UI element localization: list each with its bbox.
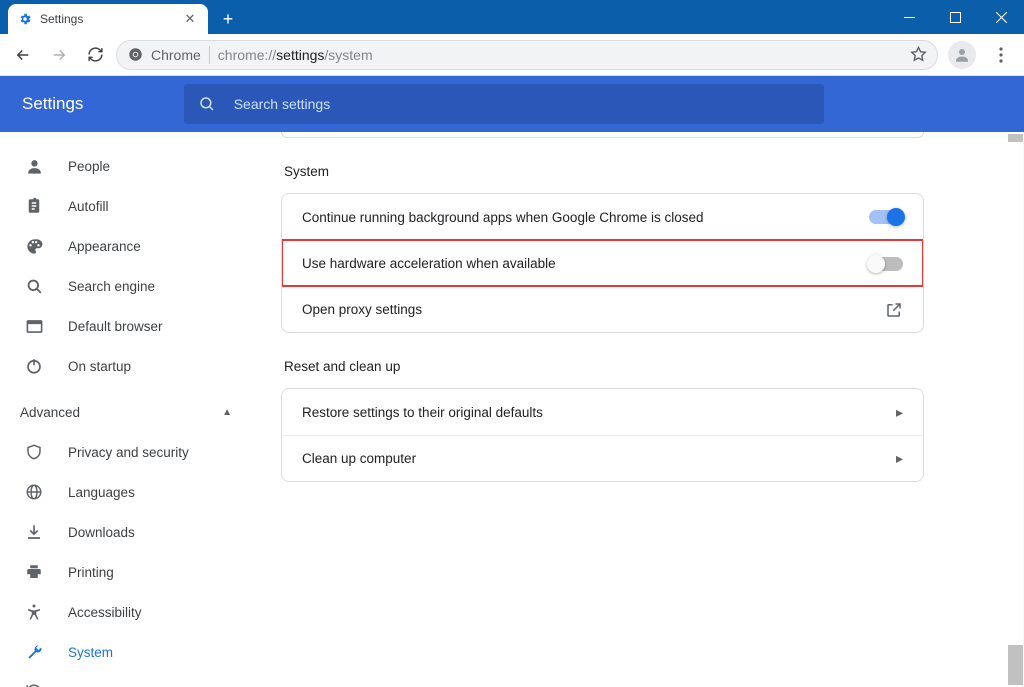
chevron-up-icon: ▲	[222, 407, 232, 418]
section-reset-title: Reset and clean up	[284, 359, 1024, 374]
scroll-up-arrow[interactable]	[1008, 134, 1023, 142]
person-icon	[24, 157, 44, 176]
sidebar-item-languages[interactable]: Languages	[0, 472, 256, 512]
row-label: Use hardware acceleration when available	[302, 256, 556, 271]
tab-title: Settings	[40, 12, 182, 26]
sidebar-item-reset[interactable]: Reset and clean up	[0, 672, 256, 687]
printer-icon	[24, 563, 44, 581]
toggle-background-apps[interactable]	[869, 210, 903, 224]
maximize-button[interactable]	[932, 0, 978, 34]
row-label: Continue running background apps when Go…	[302, 210, 704, 225]
sidebar-item-search-engine[interactable]: Search engine	[0, 266, 256, 306]
sidebar-item-autofill[interactable]: Autofill	[0, 186, 256, 226]
download-icon	[24, 523, 44, 541]
sidebar-item-accessibility[interactable]: Accessibility	[0, 592, 256, 632]
url-text: chrome://settings/system	[218, 47, 373, 63]
bookmark-star-icon[interactable]	[910, 46, 927, 63]
toggle-hardware-acceleration[interactable]	[869, 257, 903, 271]
sidebar-item-label: Printing	[68, 565, 114, 580]
search-icon	[198, 95, 216, 113]
browser-tab[interactable]: Settings ✕	[8, 4, 208, 34]
sidebar-advanced-toggle[interactable]: Advanced ▲	[0, 392, 256, 432]
sidebar-item-label: System	[68, 645, 113, 660]
omnibox-separator	[209, 46, 210, 64]
forward-button[interactable]	[44, 40, 74, 70]
sidebar-item-people[interactable]: People	[0, 146, 256, 186]
reset-card: Restore settings to their original defau…	[281, 388, 924, 482]
sidebar-item-label: Downloads	[68, 525, 135, 540]
wrench-icon	[24, 643, 44, 662]
sidebar-item-label: Search engine	[68, 279, 155, 294]
sidebar-item-label: Autofill	[68, 199, 109, 214]
power-icon	[24, 357, 44, 375]
window-controls	[886, 0, 1024, 34]
settings-search-input[interactable]	[234, 96, 810, 112]
chevron-right-icon: ▸	[896, 404, 903, 421]
minimize-button[interactable]	[886, 0, 932, 34]
row-label: Clean up computer	[302, 451, 416, 466]
sidebar-item-printing[interactable]: Printing	[0, 552, 256, 592]
settings-header: Settings	[0, 76, 1024, 132]
profile-avatar[interactable]	[948, 41, 976, 69]
sidebar-item-label: Appearance	[68, 239, 141, 254]
window-titlebar: Settings ✕ +	[0, 0, 1024, 34]
close-window-button[interactable]	[978, 0, 1024, 34]
sidebar-item-downloads[interactable]: Downloads	[0, 512, 256, 552]
sidebar-item-system[interactable]: System	[0, 632, 256, 672]
settings-main: System Continue running background apps …	[256, 132, 1024, 687]
globe-icon	[24, 483, 44, 501]
restore-icon	[24, 683, 44, 687]
row-label: Open proxy settings	[302, 302, 422, 317]
clipboard-icon	[24, 197, 44, 215]
sidebar-item-label: On startup	[68, 359, 131, 374]
shield-icon	[24, 443, 44, 461]
sidebar-item-label: People	[68, 159, 110, 174]
row-cleanup-computer[interactable]: Clean up computer ▸	[282, 435, 923, 481]
close-tab-button[interactable]: ✕	[182, 11, 198, 27]
back-button[interactable]	[8, 40, 38, 70]
row-background-apps[interactable]: Continue running background apps when Go…	[282, 194, 923, 240]
palette-icon	[24, 237, 44, 256]
chevron-right-icon: ▸	[896, 450, 903, 467]
scrollbar-thumb[interactable]	[1008, 645, 1023, 685]
reload-button[interactable]	[80, 40, 110, 70]
external-link-icon	[885, 301, 903, 319]
search-icon	[24, 277, 44, 296]
row-proxy-settings[interactable]: Open proxy settings	[282, 286, 923, 332]
omnibox[interactable]: Chrome chrome://settings/system	[116, 40, 938, 70]
row-restore-defaults[interactable]: Restore settings to their original defau…	[282, 389, 923, 435]
url-scheme: Chrome	[151, 47, 201, 63]
sidebar-item-label: Default browser	[68, 319, 163, 334]
sidebar-item-label: Languages	[68, 485, 135, 500]
settings-sidebar: People Autofill Appearance Search engine…	[0, 132, 256, 687]
chrome-icon	[127, 47, 143, 63]
row-hardware-acceleration[interactable]: Use hardware acceleration when available	[282, 240, 923, 286]
browser-icon	[24, 317, 44, 336]
sidebar-item-default-browser[interactable]: Default browser	[0, 306, 256, 346]
page-title: Settings	[22, 94, 83, 114]
sidebar-item-appearance[interactable]: Appearance	[0, 226, 256, 266]
address-bar: Chrome chrome://settings/system	[0, 34, 1024, 76]
sidebar-item-label: Accessibility	[68, 605, 142, 620]
sidebar-item-privacy[interactable]: Privacy and security	[0, 432, 256, 472]
scrollbar-track[interactable]	[1007, 132, 1024, 687]
settings-search[interactable]	[184, 84, 824, 124]
row-label: Restore settings to their original defau…	[302, 405, 543, 420]
system-card: Continue running background apps when Go…	[281, 193, 924, 333]
section-system-title: System	[284, 164, 1024, 179]
sidebar-item-on-startup[interactable]: On startup	[0, 346, 256, 386]
accessibility-icon	[24, 603, 44, 621]
previous-card-edge	[281, 132, 924, 138]
new-tab-button[interactable]: +	[214, 5, 242, 33]
gear-icon	[18, 12, 32, 26]
sidebar-item-label: Privacy and security	[68, 445, 189, 460]
overflow-menu-button[interactable]	[986, 40, 1016, 70]
advanced-label: Advanced	[20, 405, 80, 420]
